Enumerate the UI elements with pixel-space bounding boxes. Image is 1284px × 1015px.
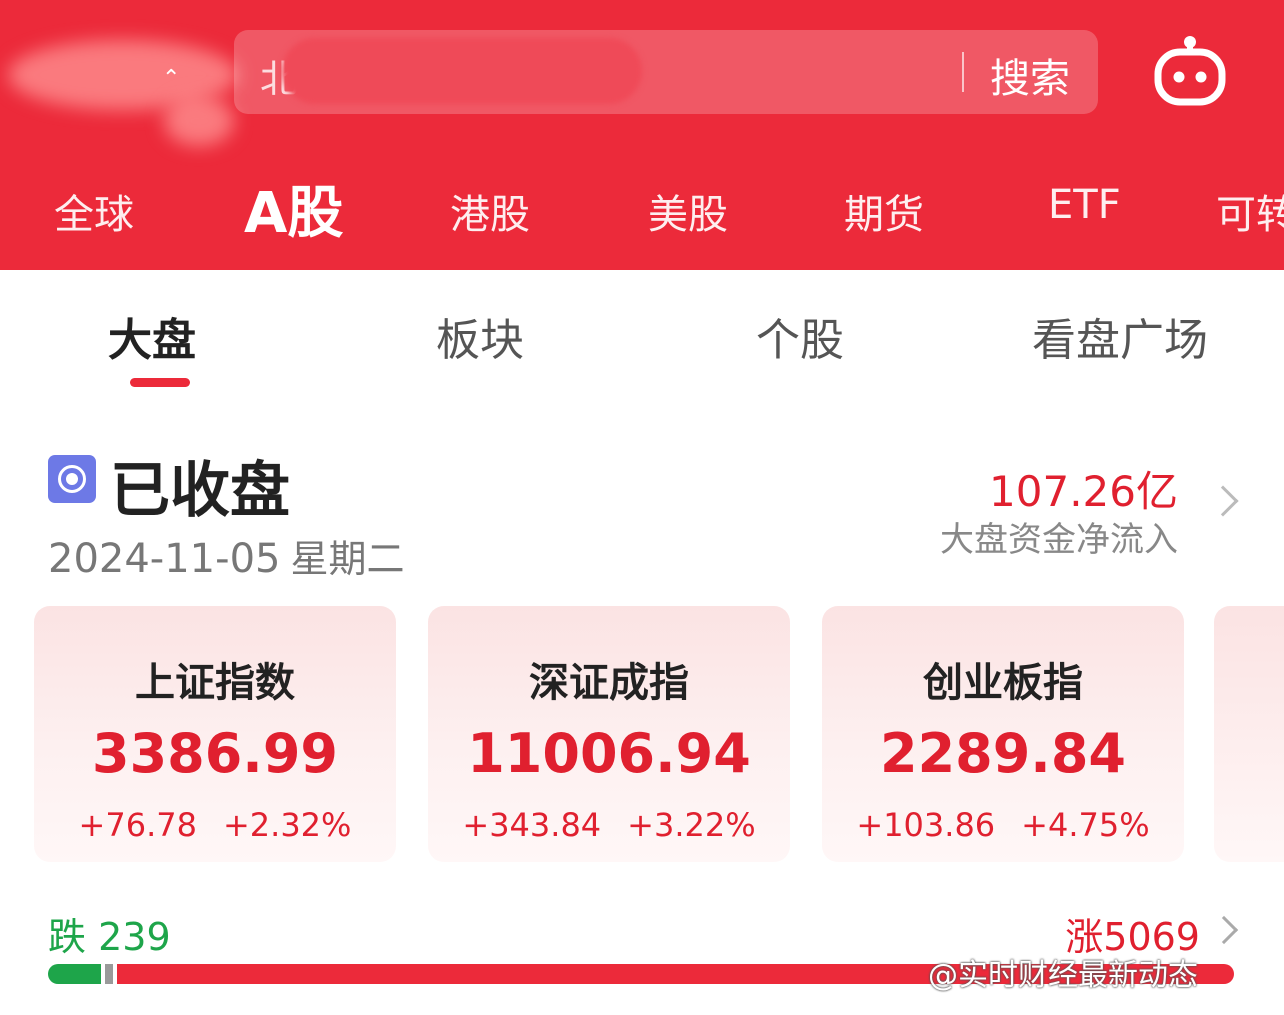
- redacted-search-text: [282, 38, 642, 104]
- tab-convertible[interactable]: 可转: [1216, 182, 1284, 240]
- fall-count: 跌 239: [48, 906, 171, 961]
- index-name: 深证成指: [529, 660, 689, 706]
- tab-sectors[interactable]: 板块: [436, 304, 524, 368]
- index-change-points: +343.84: [462, 806, 602, 844]
- index-change-percent: +2.32%: [222, 806, 352, 844]
- tab-futures[interactable]: 期货: [844, 182, 924, 240]
- index-change-percent: +4.75%: [1021, 806, 1150, 844]
- index-change-points: +76.78: [78, 806, 197, 844]
- index-change-percent: +3.22%: [627, 806, 756, 844]
- robot-assistant-icon[interactable]: [1152, 34, 1228, 110]
- dropdown-caret-icon[interactable]: ⌃: [162, 66, 180, 91]
- index-name: 创业板指: [923, 660, 1083, 706]
- fund-flow-value[interactable]: 107.26亿: [989, 458, 1178, 519]
- date-value: 2024-11-05: [48, 536, 281, 582]
- tab-stocks[interactable]: 个股: [756, 304, 844, 368]
- index-change-points: +103.86: [856, 806, 996, 844]
- search-button[interactable]: 搜索: [990, 46, 1070, 104]
- breadth-bar-flat: [105, 964, 113, 984]
- index-value: 11006.94: [467, 722, 751, 785]
- tab-hk-shares[interactable]: 港股: [450, 182, 530, 240]
- tab-etf[interactable]: ETF: [1048, 182, 1121, 228]
- breadth-bar-fall: [48, 964, 101, 984]
- weekday: 星期二: [290, 537, 405, 581]
- market-tabs: 全球 A股 港股 美股 期货 ETF 可转: [0, 160, 1284, 250]
- index-card-shenzhen[interactable]: 深证成指 11006.94 +343.84 +3.22%: [428, 606, 790, 862]
- trading-date: 2024-11-05 星期二: [48, 528, 404, 583]
- market-closed-icon: [48, 455, 96, 503]
- fall-count-value: 239: [98, 915, 171, 959]
- watermark: @实时财经最新动态: [928, 958, 1198, 993]
- tab-us-shares[interactable]: 美股: [648, 182, 728, 240]
- tab-market-square[interactable]: 看盘广场: [1032, 304, 1208, 368]
- index-name: 上证指数: [135, 660, 295, 706]
- sub-tabs: 大盘 板块 个股 看盘广场: [0, 290, 1284, 400]
- top-header: ⌃ 北 搜索 全球 A股 港股 美股 期货 ETF 可转: [0, 0, 1284, 270]
- market-status: 已收盘: [110, 456, 290, 526]
- index-change: +343.84 +3.22%: [428, 806, 790, 844]
- index-card-partial[interactable]: [1214, 606, 1284, 862]
- active-tab-indicator: [130, 378, 190, 387]
- tab-global[interactable]: 全球: [54, 182, 134, 240]
- index-value: 3386.99: [92, 722, 338, 785]
- index-change: +76.78 +2.32%: [34, 806, 396, 844]
- index-card-shanghai[interactable]: 上证指数 3386.99 +76.78 +2.32%: [34, 606, 396, 862]
- fund-flow-label[interactable]: 大盘资金净流入: [940, 512, 1178, 561]
- blurred-logo-part: [164, 96, 234, 146]
- chevron-right-icon[interactable]: [1207, 485, 1239, 517]
- tab-market-overview[interactable]: 大盘: [108, 304, 196, 368]
- index-change: +103.86 +4.75%: [822, 806, 1184, 844]
- chevron-right-icon[interactable]: [1209, 915, 1239, 945]
- index-card-chinext[interactable]: 创业板指 2289.84 +103.86 +4.75%: [822, 606, 1184, 862]
- fall-label-text: 跌: [48, 915, 87, 959]
- tab-a-shares[interactable]: A股: [244, 168, 343, 249]
- search-bar[interactable]: 北 搜索: [234, 30, 1098, 114]
- search-divider: [962, 52, 964, 92]
- index-value: 2289.84: [880, 722, 1126, 785]
